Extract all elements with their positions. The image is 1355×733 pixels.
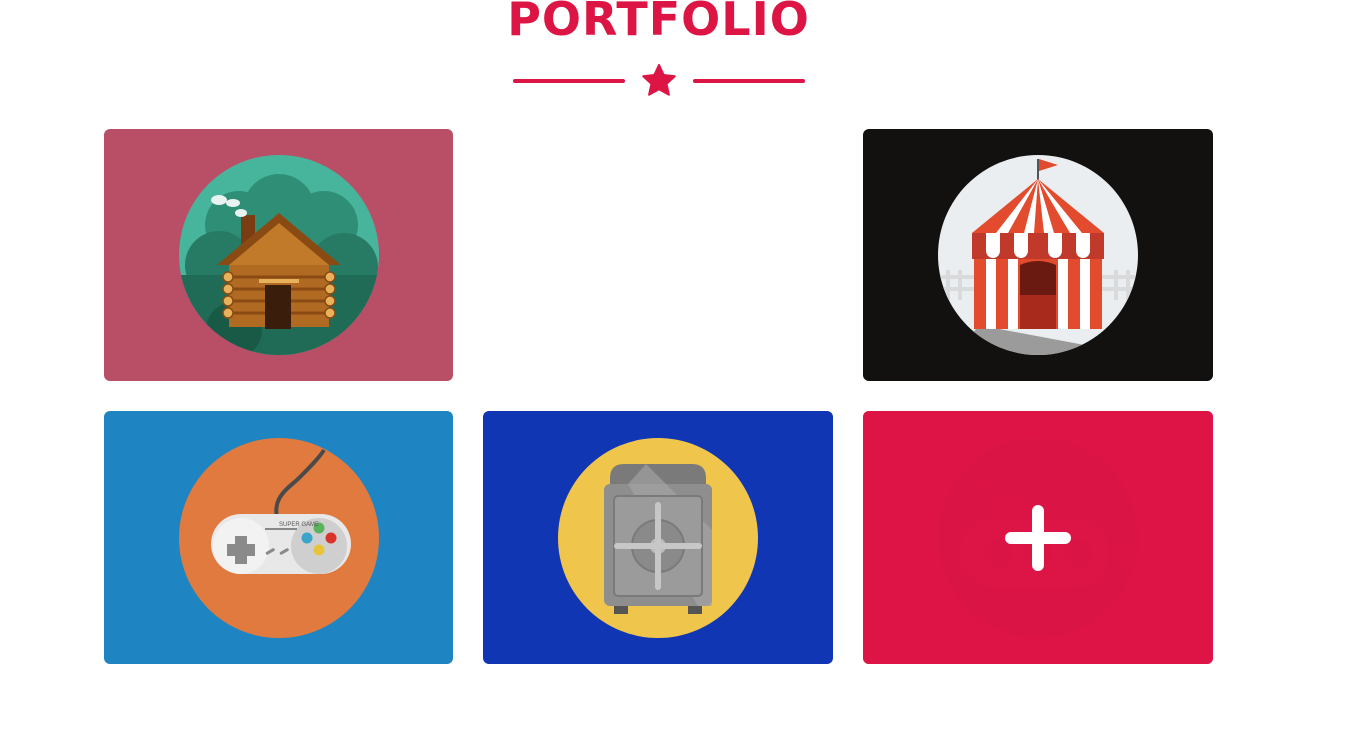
section-heading: PORTFOLIO [507,0,810,46]
heading-divider [512,62,806,100]
portfolio-item-safe[interactable] [483,411,833,664]
plus-icon[interactable] [1005,504,1071,571]
portfolio-item-cabin[interactable] [104,129,453,381]
divider-line-right [693,79,805,83]
portfolio-item-submarine[interactable] [863,411,1213,664]
safe-icon [558,437,758,638]
circus-tent-icon [938,155,1138,355]
portfolio-item-game[interactable]: SUPER GAME [104,411,453,664]
svg-text:SUPER GAME: SUPER GAME [279,522,319,528]
divider-line-left [513,79,625,83]
portfolio-item-empty [483,129,833,381]
star-icon [642,63,676,96]
game-controller-icon: SUPER GAME [178,437,379,638]
cabin-icon [178,155,379,355]
hover-overlay[interactable] [863,411,1213,664]
portfolio-item-circus[interactable] [863,129,1213,381]
